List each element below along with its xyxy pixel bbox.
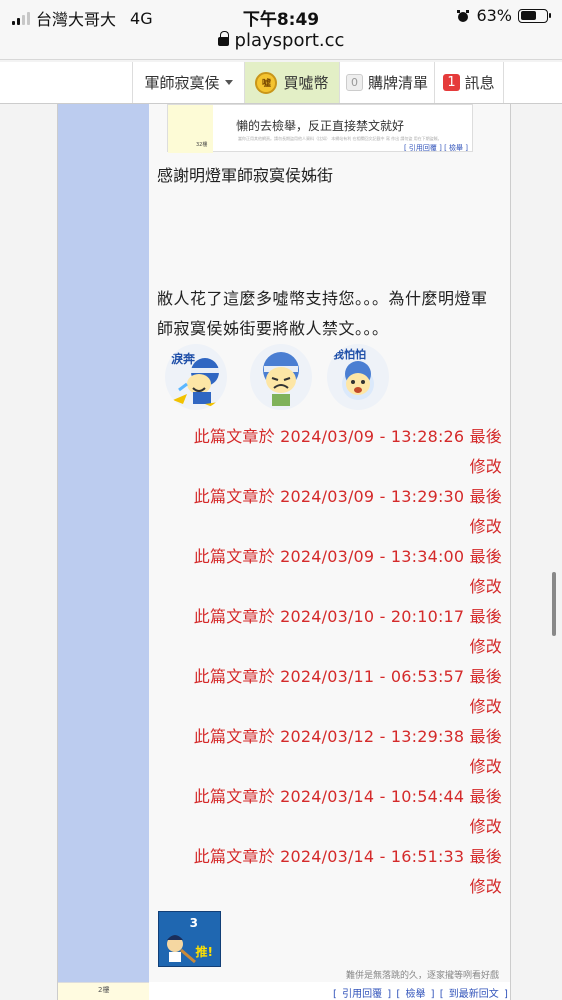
address-bar[interactable]: playsport.cc: [0, 30, 562, 60]
edit-record: 此篇文章於 2024/03/09 - 13:28:26 最後修改: [157, 422, 502, 482]
cart-count-badge: 0: [345, 74, 363, 91]
edit-record: 此篇文章於 2024/03/14 - 10:54:44 最後修改: [157, 782, 502, 842]
push-count: 3: [189, 916, 198, 930]
cart-button[interactable]: 0 購牌清單: [339, 62, 434, 103]
next-post-side-column: 2樓: [58, 982, 149, 1000]
report-link[interactable]: [ 檢舉 ]: [396, 989, 434, 1000]
edit-record: 此篇文章於 2024/03/11 - 06:53:57 最後修改: [157, 662, 502, 722]
author-side-column: [58, 104, 149, 982]
buy-coin-label: 買噓幣: [283, 74, 329, 92]
edit-record: 此篇文章於 2024/03/12 - 13:29:38 最後修改: [157, 722, 502, 782]
buy-coin-button[interactable]: 噓 買噓幣: [244, 62, 339, 103]
message-count-badge: 1: [443, 74, 460, 91]
edit-record-text: 此篇文章於 2024/03/10 - 20:10:17 最後: [193, 607, 502, 626]
edit-record-text: 此篇文章於 2024/03/12 - 13:29:38 最後: [193, 727, 502, 746]
top-nav: 軍師寂寞侯 噓 買噓幣 0 購牌清單 1 訊息: [0, 62, 562, 104]
cart-label: 購牌清單: [367, 74, 428, 92]
battery-icon: [518, 8, 551, 23]
post-line-2: 敝人花了這麼多噓幣支持您。。。為什麼明燈軍師寂寞侯姊街要將敝人禁文。。。: [157, 289, 488, 338]
edit-record-text: 此篇文章於 2024/03/14 - 16:51:33 最後: [193, 847, 502, 866]
edit-record-suffix: 修改: [469, 577, 502, 596]
edit-record: 此篇文章於 2024/03/10 - 20:10:17 最後修改: [157, 602, 502, 662]
edit-record-suffix: 修改: [469, 697, 502, 716]
edit-record-text: 此篇文章於 2024/03/14 - 10:54:44 最後: [193, 787, 502, 806]
edit-record: 此篇文章於 2024/03/14 - 16:51:33 最後修改: [157, 842, 502, 902]
edit-record-suffix: 修改: [469, 517, 502, 536]
quote-reply-link[interactable]: [ 引用回覆 ]: [333, 989, 391, 1000]
sad-helmet-sticker-icon: [250, 344, 312, 410]
alarm-icon: [457, 9, 470, 22]
edit-record-text: 此篇文章於 2024/03/11 - 06:53:57 最後: [193, 667, 502, 686]
battery-info: 63%: [456, 6, 551, 25]
edit-record-suffix: 修改: [469, 637, 502, 656]
sticker-caption: 我怕怕: [333, 348, 366, 361]
post-line-1: 感謝明燈軍師寂寞侯姊街: [157, 166, 334, 185]
post-action-links: [ 引用回覆 ] [ 檢舉 ] [ 到最新回文 ]: [333, 985, 508, 1000]
edit-history: 此篇文章於 2024/03/09 - 13:28:26 最後 修改 此篇文章於 20…: [157, 422, 502, 902]
quote-fine-print: 當你正用其他網頁。請勿長期盜用他人資料（比如） 本網站有利 在相關回文記載中 寫…: [238, 136, 442, 141]
push-count-badge[interactable]: 3 推!: [158, 911, 221, 967]
push-label: 推!: [195, 945, 213, 959]
edit-record-suffix: 修改: [469, 877, 502, 896]
battery-percent: 63%: [476, 6, 512, 25]
status-bar: 台灣大哥大 4G 下午8:49 63%: [0, 0, 562, 30]
sticker-caption: 淚奔: [171, 352, 196, 366]
user-menu-button[interactable]: 軍師寂寞侯: [132, 62, 244, 103]
coin-icon: 噓: [255, 71, 278, 94]
messages-label: 訊息: [464, 74, 495, 92]
edit-record-suffix: 修改: [469, 457, 502, 476]
scrollbar[interactable]: [552, 572, 556, 636]
next-floor-label: 2樓: [98, 986, 110, 994]
quote-text: 懶的去檢舉，反正直接禁文就好: [236, 119, 405, 133]
latest-reply-link[interactable]: [ 到最新回文 ]: [440, 989, 508, 1000]
edit-record-text: 此篇文章於 2024/03/09 - 13:29:30 最後: [193, 487, 502, 506]
user-name: 軍師寂寞侯: [144, 74, 220, 92]
edit-record: 此篇文章於 2024/03/09 - 13:34:00 最後修改: [157, 542, 502, 602]
chevron-down-icon: [224, 80, 233, 85]
edit-record: 此篇文章於 2024/03/09 - 13:29:30 最後修改: [157, 482, 502, 542]
quoted-post: 32樓 懶的去檢舉，反正直接禁文就好 當你正用其他網頁。請勿長期盜用他人資料（比…: [167, 104, 473, 153]
edit-record-suffix: 修改: [469, 817, 502, 836]
lock-icon: [217, 31, 229, 46]
edit-record-text: 此篇文章於 2024/03/09 - 13:34:00 最後: [193, 547, 502, 566]
scared-player-sticker-icon: 我怕怕: [327, 344, 389, 410]
crying-player-sticker-icon: 淚奔: [165, 344, 227, 410]
author-signature: 難併是無落跳的久，逐家攏等咧看好戲: [346, 971, 500, 981]
url-text: playsport.cc: [234, 30, 345, 51]
quote-floor-label: 32樓: [196, 142, 208, 148]
quote-action-links[interactable]: [ 引用回覆 ] [ 檢舉 ]: [404, 143, 468, 153]
messages-button[interactable]: 1 訊息: [434, 62, 504, 103]
edit-record-suffix: 修改: [469, 757, 502, 776]
edit-record-text: 此篇文章於 2024/03/09 - 13:28:26 最後: [193, 427, 502, 446]
